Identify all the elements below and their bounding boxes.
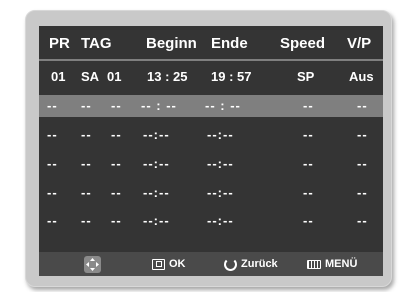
entry-speed: -- bbox=[303, 127, 314, 142]
entry-day: 01 bbox=[107, 69, 122, 84]
entry-pr: -- bbox=[47, 185, 58, 200]
return-icon bbox=[224, 257, 237, 271]
entry-speed: -- bbox=[303, 185, 314, 200]
entry-vp: -- bbox=[357, 127, 368, 142]
entry-pr: -- bbox=[47, 127, 58, 142]
direction-pad-icon bbox=[84, 255, 101, 273]
entry-tag: -- bbox=[81, 185, 92, 200]
header-pr: PR bbox=[49, 35, 70, 52]
entry-tag: -- bbox=[81, 98, 92, 113]
ok-hint[interactable]: OK bbox=[152, 252, 186, 276]
entry-vp: -- bbox=[357, 156, 368, 171]
entry-tag: -- bbox=[81, 213, 92, 228]
entry-day: -- bbox=[111, 185, 122, 200]
entry-vp: -- bbox=[357, 98, 368, 113]
entry-speed: -- bbox=[303, 156, 314, 171]
header-speed: Speed bbox=[280, 35, 326, 52]
header-divider bbox=[39, 59, 383, 61]
button-guide-bar: OK Zurück MENÜ bbox=[39, 252, 383, 276]
entry-beginn: --:-- bbox=[143, 185, 170, 200]
menu-hint[interactable]: MENÜ bbox=[307, 252, 357, 276]
entry-tag: -- bbox=[81, 156, 92, 171]
entry-pr: -- bbox=[47, 213, 58, 228]
menu-label: MENÜ bbox=[325, 258, 358, 270]
timer-programming-screen: PR TAG Beginn Ende Speed V/P 01 SA 01 13… bbox=[39, 26, 383, 276]
entry-day: -- bbox=[111, 98, 122, 113]
entry-speed: -- bbox=[303, 213, 314, 228]
entry-ende: --:-- bbox=[207, 185, 234, 200]
header-ende: Ende bbox=[211, 35, 248, 52]
entry-ende: 19 : 57 bbox=[211, 69, 252, 84]
entry-beginn: --:-- bbox=[143, 127, 170, 142]
ok-label: OK bbox=[169, 258, 186, 270]
entry-pr: -- bbox=[47, 156, 58, 171]
entry-day: -- bbox=[111, 213, 122, 228]
back-hint[interactable]: Zurück bbox=[224, 252, 278, 276]
entry-pr: 01 bbox=[51, 69, 66, 84]
entry-vp: -- bbox=[357, 213, 368, 228]
entry-tag: SA bbox=[81, 69, 100, 84]
entry-vp: -- bbox=[357, 185, 368, 200]
entry-ende: -- : -- bbox=[205, 98, 241, 113]
header-beginn: Beginn bbox=[146, 35, 197, 52]
menu-button-icon bbox=[307, 259, 321, 269]
timer-entry-row[interactable]: -- -- -- --:-- --:-- -- -- bbox=[39, 182, 383, 204]
entry-ende: --:-- bbox=[207, 156, 234, 171]
entry-beginn: 13 : 25 bbox=[147, 69, 188, 84]
entry-beginn: --:-- bbox=[143, 213, 170, 228]
entry-beginn: --:-- bbox=[143, 156, 170, 171]
entry-ende: --:-- bbox=[207, 127, 234, 142]
entry-day: -- bbox=[111, 127, 122, 142]
timer-entry-row[interactable]: -- -- -- --:-- --:-- -- -- bbox=[39, 210, 383, 232]
column-header-row: PR TAG Beginn Ende Speed V/P bbox=[39, 32, 383, 54]
entry-ende: --:-- bbox=[207, 213, 234, 228]
entry-day: -- bbox=[111, 156, 122, 171]
header-tag: TAG bbox=[81, 35, 112, 52]
timer-entry-row[interactable]: 01 SA 01 13 : 25 19 : 57 SP Aus bbox=[39, 66, 383, 88]
timer-entry-row[interactable]: -- -- -- --:-- --:-- -- -- bbox=[39, 124, 383, 146]
entry-pr: -- bbox=[47, 98, 58, 113]
navigate-hint[interactable] bbox=[84, 252, 105, 276]
tv-frame: PR TAG Beginn Ende Speed V/P 01 SA 01 13… bbox=[25, 10, 392, 287]
entry-beginn: -- : -- bbox=[141, 98, 177, 113]
entry-speed: -- bbox=[303, 98, 314, 113]
entry-vp: Aus bbox=[349, 69, 374, 84]
timer-entry-row-selected[interactable]: -- -- -- -- : -- -- : -- -- -- bbox=[39, 95, 383, 117]
timer-entry-row[interactable]: -- -- -- --:-- --:-- -- -- bbox=[39, 153, 383, 175]
entry-speed: SP bbox=[297, 69, 315, 84]
back-label: Zurück bbox=[241, 258, 278, 270]
entry-tag: -- bbox=[81, 127, 92, 142]
ok-button-icon bbox=[152, 258, 165, 270]
header-vp: V/P bbox=[347, 35, 372, 52]
